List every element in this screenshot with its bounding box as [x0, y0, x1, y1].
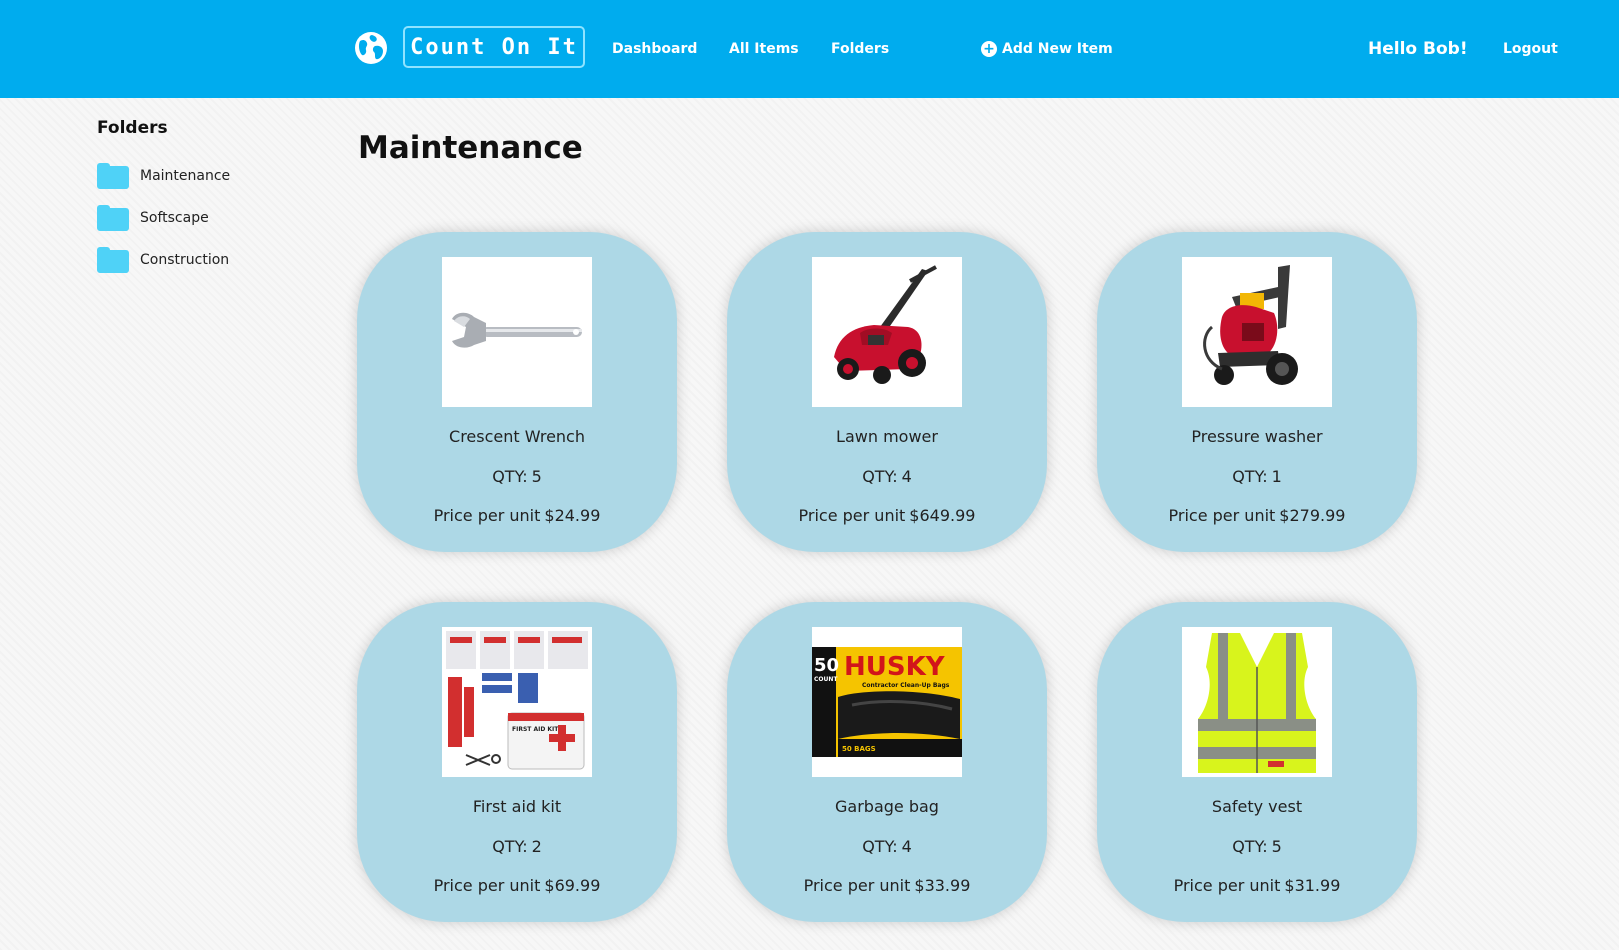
- garbage-bag-image: 50 COUNT HUSKY Contractor Clean-Up Bags …: [812, 627, 962, 777]
- price-label: Price per unit: [1173, 876, 1281, 895]
- folder-icon: [97, 247, 129, 273]
- folder-label: Construction: [140, 252, 230, 268]
- item-name: Garbage bag: [835, 797, 939, 816]
- item-card-safety-vest[interactable]: Safety vest QTY: 5 Price per unit $31.99: [1097, 602, 1417, 922]
- qty-label: QTY:: [492, 467, 528, 486]
- folder-label: Softscape: [140, 210, 209, 226]
- sidebar-title: Folders: [97, 118, 168, 138]
- item-qty: QTY: 5: [357, 467, 677, 486]
- item-price: Price per unit $279.99: [1097, 506, 1417, 525]
- price-label: Price per unit: [433, 876, 541, 895]
- qty-label: QTY:: [1232, 837, 1268, 856]
- item-card-crescent-wrench[interactable]: Crescent Wrench QTY: 5 Price per unit $24.…: [357, 232, 677, 552]
- item-qty: QTY: 4: [727, 837, 1047, 856]
- item-qty: QTY: 2: [357, 837, 677, 856]
- qty-label: QTY:: [862, 467, 898, 486]
- husky-subtitle: Contractor Clean-Up Bags: [862, 682, 950, 689]
- qty-value: 5: [531, 467, 542, 486]
- husky-count-word: COUNT: [814, 676, 838, 683]
- lawn-mower-image: [812, 257, 962, 407]
- qty-value: 5: [1271, 837, 1282, 856]
- husky-bags: 50 BAGS: [842, 745, 876, 753]
- item-name: Pressure washer: [1191, 427, 1323, 446]
- husky-brand: HUSKY: [844, 652, 946, 682]
- item-card-garbage-bag[interactable]: 50 COUNT HUSKY Contractor Clean-Up Bags …: [727, 602, 1047, 922]
- pressure-washer-image: [1182, 257, 1332, 407]
- brand-logo[interactable]: Count On It: [403, 26, 585, 68]
- husky-count: 50: [814, 655, 839, 676]
- plus-circle-icon: +: [981, 41, 997, 57]
- wrench-image: [442, 257, 592, 407]
- user-greeting: Hello Bob!: [1368, 39, 1468, 59]
- qty-value: 4: [901, 467, 912, 486]
- item-name: Crescent Wrench: [449, 427, 585, 446]
- price-label: Price per unit: [798, 506, 906, 525]
- item-qty: QTY: 4: [727, 467, 1047, 486]
- item-card-lawn-mower[interactable]: Lawn mower QTY: 4 Price per unit $649.99: [727, 232, 1047, 552]
- qty-value: 2: [531, 837, 542, 856]
- top-navbar: Count On It Dashboard All Items Folders …: [0, 0, 1619, 98]
- item-card-first-aid-kit[interactable]: FIRST AID KIT First aid kit QTY: 2 Price …: [357, 602, 677, 922]
- folder-icon: [97, 205, 129, 231]
- price-label: Price per unit: [803, 876, 911, 895]
- logout-link[interactable]: Logout: [1503, 38, 1558, 60]
- sidebar-folder-softscape[interactable]: Softscape: [97, 204, 209, 232]
- item-price: Price per unit $31.99: [1097, 876, 1417, 895]
- price-label: Price per unit: [433, 506, 541, 525]
- sidebar-folder-maintenance[interactable]: Maintenance: [97, 162, 230, 190]
- price-value: $279.99: [1279, 506, 1346, 525]
- qty-label: QTY:: [862, 837, 898, 856]
- price-label: Price per unit: [1168, 506, 1276, 525]
- folder-icon: [97, 163, 129, 189]
- first-aid-kit-image: FIRST AID KIT: [442, 627, 592, 777]
- safety-vest-image: [1182, 627, 1332, 777]
- nav-folders-link[interactable]: Folders: [831, 38, 889, 60]
- price-value: $649.99: [909, 506, 976, 525]
- qty-label: QTY:: [1232, 467, 1268, 486]
- add-new-item-label: Add New Item: [1002, 41, 1113, 57]
- qty-value: 4: [901, 837, 912, 856]
- page-title: Maintenance: [358, 130, 583, 166]
- first-aid-kit-label: FIRST AID KIT: [512, 726, 559, 733]
- item-card-pressure-washer[interactable]: Pressure washer QTY: 1 Price per unit $279…: [1097, 232, 1417, 552]
- folder-label: Maintenance: [140, 168, 231, 184]
- nav-dashboard-link[interactable]: Dashboard: [612, 38, 697, 60]
- qty-label: QTY:: [492, 837, 528, 856]
- price-value: $24.99: [544, 506, 601, 525]
- globe-icon[interactable]: [354, 31, 388, 65]
- price-value: $33.99: [914, 876, 971, 895]
- item-price: Price per unit $649.99: [727, 506, 1047, 525]
- item-name: Safety vest: [1211, 797, 1303, 816]
- price-value: $31.99: [1284, 876, 1341, 895]
- item-price: Price per unit $69.99: [357, 876, 677, 895]
- nav-all-items-link[interactable]: All Items: [729, 38, 799, 60]
- item-qty: QTY: 5: [1097, 837, 1417, 856]
- price-value: $69.99: [544, 876, 601, 895]
- add-new-item-link[interactable]: + Add New Item: [981, 38, 1113, 60]
- item-name: First aid kit: [472, 797, 562, 816]
- item-name: Lawn mower: [836, 427, 938, 446]
- qty-value: 1: [1271, 467, 1282, 486]
- sidebar-folder-construction[interactable]: Construction: [97, 246, 229, 274]
- item-qty: QTY: 1: [1097, 467, 1417, 486]
- item-price: Price per unit $33.99: [727, 876, 1047, 895]
- item-price: Price per unit $24.99: [357, 506, 677, 525]
